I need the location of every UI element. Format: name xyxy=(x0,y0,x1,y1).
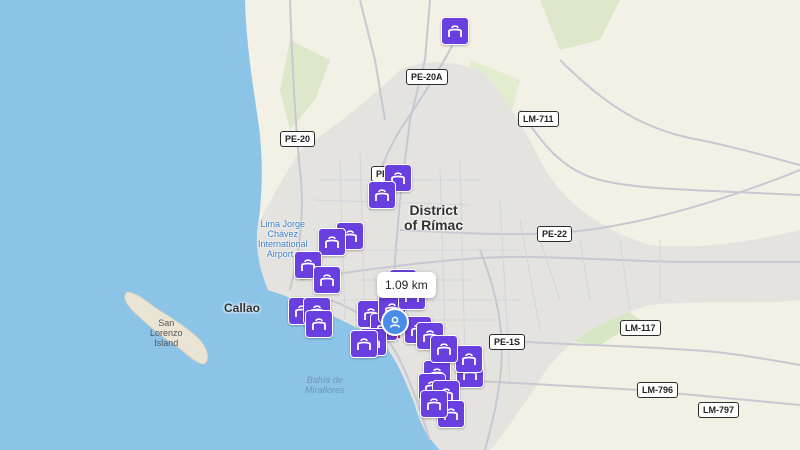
island-label-line2: Lorenzo xyxy=(150,328,183,338)
briefcase-icon xyxy=(437,343,451,355)
island-label-line1: San xyxy=(158,318,175,328)
briefcase-icon xyxy=(312,318,326,330)
location-marker[interactable] xyxy=(430,335,458,363)
city-label-callao: Callao xyxy=(224,301,261,315)
airport-label-line2: Chávez xyxy=(267,229,299,239)
island-label: San Lorenzo Island xyxy=(150,318,183,348)
bay-label: Bahía de Miraflores xyxy=(305,375,345,395)
briefcase-icon xyxy=(320,274,334,286)
district-label-line2: of Rímac xyxy=(404,217,464,233)
location-marker[interactable] xyxy=(455,345,483,373)
road-shield-lm-797: LM-797 xyxy=(698,402,740,418)
location-marker[interactable] xyxy=(313,266,341,294)
island-label-line3: Island xyxy=(154,338,179,348)
location-marker[interactable] xyxy=(420,390,448,418)
district-label-rimac: District of Rímac xyxy=(404,203,463,233)
location-marker[interactable] xyxy=(368,181,396,209)
bay-label-line1: Bahía de xyxy=(306,375,343,385)
location-marker[interactable] xyxy=(441,17,469,45)
briefcase-icon xyxy=(375,189,389,201)
briefcase-icon xyxy=(357,338,371,350)
road-shield-pe-20a: PE-20A xyxy=(406,69,448,85)
airport-label-line1: Lima Jorge xyxy=(260,219,306,229)
road-shield-pe-1s: PE-1S xyxy=(489,334,526,350)
user-location-marker[interactable] xyxy=(381,308,409,336)
road-shield-lm-711: LM-711 xyxy=(518,111,559,127)
road-shield-lm-117: LM-117 xyxy=(620,320,661,336)
bay-label-line2: Miraflores xyxy=(305,385,345,395)
briefcase-icon xyxy=(462,353,476,365)
distance-label: 1.09 km xyxy=(377,272,436,298)
airport-label-line3: International xyxy=(258,239,308,249)
district-label-line1: District xyxy=(409,202,458,218)
map-view[interactable]: PE-20A LM-711 PE-20 PE- PE-22 LM-117 PE-… xyxy=(0,0,800,450)
location-marker[interactable] xyxy=(305,310,333,338)
road-shield-lm-796: LM-796 xyxy=(637,382,679,398)
person-icon xyxy=(389,316,401,328)
location-marker[interactable] xyxy=(318,228,346,256)
briefcase-icon xyxy=(325,236,339,248)
location-marker[interactable] xyxy=(350,330,378,358)
road-shield-pe-22: PE-22 xyxy=(537,226,573,242)
map-base xyxy=(0,0,800,450)
briefcase-icon xyxy=(427,398,441,410)
road-shield-pe-20: PE-20 xyxy=(280,131,316,147)
briefcase-icon xyxy=(448,25,462,37)
